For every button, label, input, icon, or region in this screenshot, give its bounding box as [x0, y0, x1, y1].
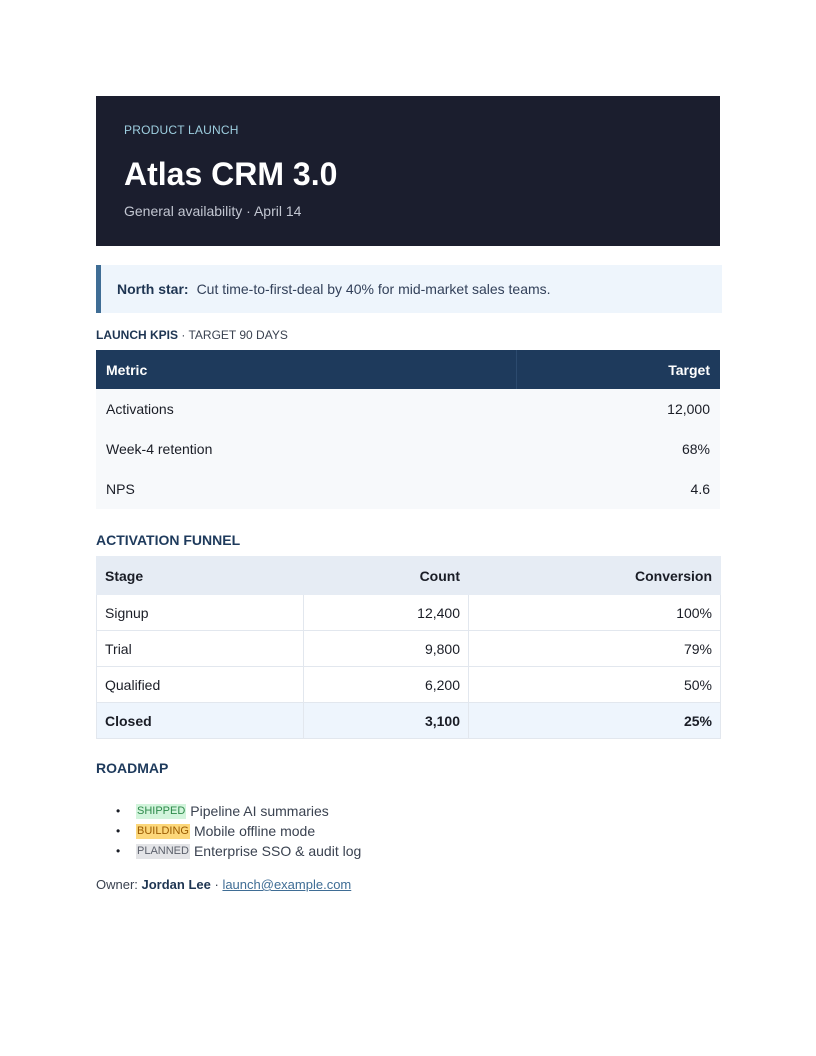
owner-name: Jordan Lee [141, 877, 211, 892]
column-header-target: Target [516, 350, 720, 389]
funnel-table: Stage Count Conversion Signup 12,400 100… [96, 556, 721, 739]
kpi-heading: LAUNCH KPIS · TARGET 90 DAYS [96, 328, 288, 342]
roadmap-item-text: Mobile offline mode [193, 823, 316, 839]
table-row: Signup 12,400 100% [96, 594, 721, 631]
owner-label: Owner: [96, 877, 142, 892]
funnel-count: 6,200 [303, 666, 469, 703]
funnel-conversion: 50% [468, 666, 721, 703]
kpi-target: 68% [516, 429, 720, 469]
roadmap-title: ROADMAP [96, 760, 169, 776]
funnel-conversion: 79% [468, 630, 721, 667]
funnel-conversion: 100% [468, 594, 721, 631]
funnel-title: ACTIVATION FUNNEL [96, 532, 241, 548]
bullet-icon: • [116, 824, 121, 838]
column-header-conversion: Conversion [468, 556, 721, 595]
owner-email-link[interactable]: launch@example.com [222, 877, 351, 892]
kpi-metric: Activations [96, 389, 517, 429]
list-item: • SHIPPED Pipeline AI summaries [116, 801, 361, 821]
bullet-icon: • [116, 804, 121, 818]
kpi-metric: NPS [96, 469, 517, 509]
column-header-count: Count [303, 556, 469, 595]
roadmap-item-text: Enterprise SSO & audit log [193, 843, 362, 859]
status-badge-shipped: SHIPPED [136, 803, 187, 819]
column-header-metric: Metric [96, 350, 517, 389]
owner-line: Owner: Jordan Lee · launch@example.com [96, 877, 351, 892]
funnel-stage: Signup [96, 594, 304, 631]
table-header-row: Stage Count Conversion [96, 556, 721, 595]
callout-label: North star: [117, 281, 189, 297]
table-row-total: Closed 3,100 25% [96, 702, 721, 739]
table-row: Activations 12,000 [96, 389, 720, 429]
kpi-target: 12,000 [516, 389, 720, 429]
hero-subtitle: General availability · April 14 [124, 203, 302, 219]
status-badge-building: BUILDING [136, 823, 190, 839]
list-item: • PLANNED Enterprise SSO & audit log [116, 841, 361, 861]
table-row: Week-4 retention 68% [96, 429, 720, 469]
status-badge-planned: PLANNED [136, 843, 190, 859]
callout-text: Cut time-to-first-deal by 40% for mid-ma… [196, 281, 551, 297]
bullet-icon: • [116, 844, 121, 858]
table-row: Trial 9,800 79% [96, 630, 721, 667]
funnel-stage: Qualified [96, 666, 304, 703]
list-item: • BUILDING Mobile offline mode [116, 821, 361, 841]
roadmap-list: • SHIPPED Pipeline AI summaries • BUILDI… [116, 801, 361, 861]
funnel-count: 9,800 [303, 630, 469, 667]
roadmap-item-text: Pipeline AI summaries [190, 803, 329, 819]
table-header-row: Metric Target [96, 350, 720, 389]
funnel-stage: Trial [96, 630, 304, 667]
page-title: Atlas CRM 3.0 [124, 156, 338, 192]
funnel-conversion: 25% [468, 702, 721, 739]
hero-kicker: PRODUCT LAUNCH [124, 123, 239, 137]
kpi-metric: Week-4 retention [96, 429, 517, 469]
kpi-heading-sub: · TARGET 90 DAYS [178, 328, 288, 342]
funnel-stage: Closed [96, 702, 304, 739]
table-row: Qualified 6,200 50% [96, 666, 721, 703]
kpi-target: 4.6 [516, 469, 720, 509]
north-star-callout: North star: Cut time-to-first-deal by 40… [96, 265, 722, 313]
funnel-count: 12,400 [303, 594, 469, 631]
column-header-stage: Stage [96, 556, 304, 595]
table-row: NPS 4.6 [96, 469, 720, 509]
kpi-heading-title: LAUNCH KPIS [96, 328, 179, 342]
kpi-table: Metric Target Activations 12,000 Week-4 … [96, 350, 720, 509]
funnel-count: 3,100 [303, 702, 469, 739]
hero-banner: PRODUCT LAUNCH Atlas CRM 3.0 General ava… [96, 96, 720, 246]
owner-separator: · [210, 877, 223, 892]
